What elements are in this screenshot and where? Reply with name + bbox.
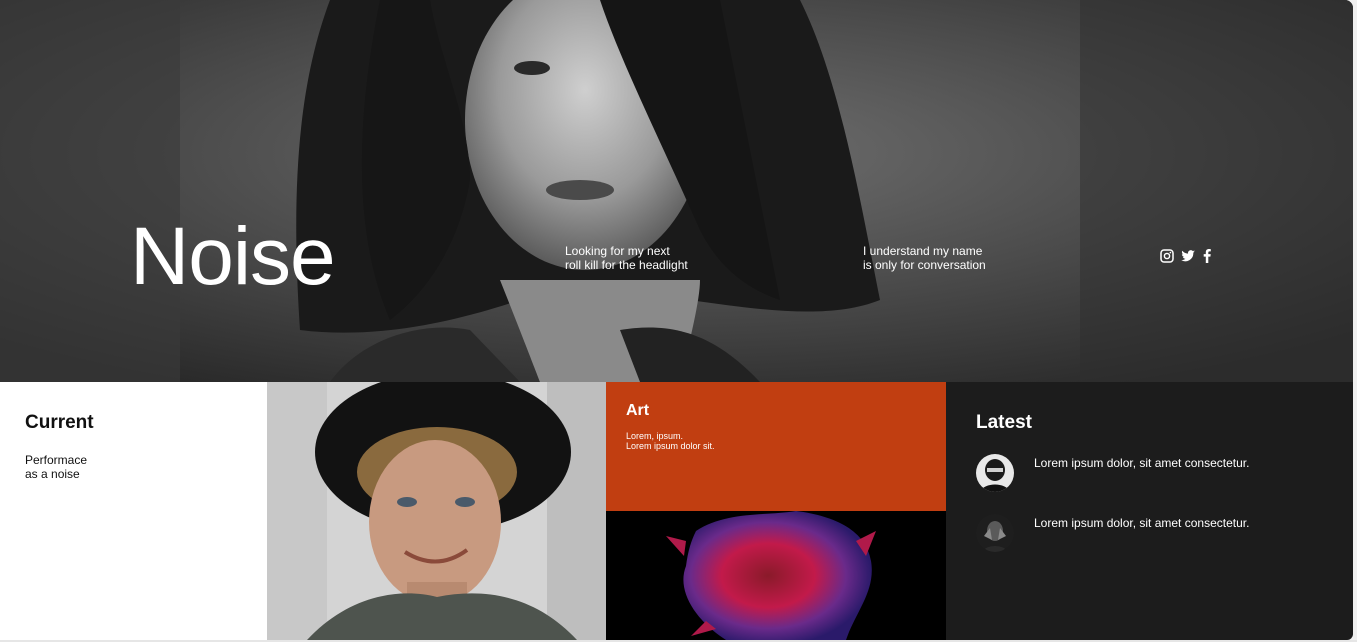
current-line-1: Performace (25, 453, 88, 467)
hero-tagline-2-line-2: is only for conversation (863, 258, 986, 272)
facebook-icon[interactable] (1202, 249, 1216, 263)
hero-tagline-1-line-1: Looking for my next (565, 244, 670, 258)
art-line-1: Lorem, ipsum. (626, 431, 684, 441)
current-description: Performace as a noise (25, 453, 87, 481)
social-links (1160, 249, 1216, 263)
hero-title: Noise (130, 211, 336, 302)
hero-tagline-1-line-2: roll kill for the headlight (565, 258, 688, 272)
hero-portrait-image (0, 0, 1353, 382)
current-line-2: as a noise (25, 467, 80, 481)
art-panel[interactable]: Art Lorem, ipsum. Lorem ipsum dolor sit. (606, 382, 946, 511)
latest-item[interactable]: Lorem ipsum dolor, sit amet consectetur. (976, 454, 1249, 492)
art-line-2: Lorem ipsum dolor sit. (626, 441, 715, 451)
paint-splash-image (606, 511, 946, 640)
twitter-icon[interactable] (1181, 249, 1195, 263)
page: Noise Looking for my next roll kill for … (0, 0, 1357, 642)
avatar (976, 514, 1014, 552)
current-panel: Current Performace as a noise (0, 382, 267, 640)
hero-tagline-2: I understand my name is only for convers… (863, 244, 986, 272)
art-heading: Art (626, 402, 650, 419)
latest-item-text: Lorem ipsum dolor, sit amet consectetur. (1034, 456, 1250, 470)
current-heading: Current (25, 412, 94, 433)
instagram-icon[interactable] (1160, 249, 1174, 263)
hero-tagline-2-line-1: I understand my name (863, 244, 983, 258)
avatar (976, 454, 1014, 492)
portrait-photo-tile (267, 382, 606, 640)
art-splash-image-tile (606, 511, 946, 640)
latest-item-text: Lorem ipsum dolor, sit amet consectetur. (1034, 516, 1250, 530)
man-portrait-image (267, 382, 606, 640)
hero-tagline-1: Looking for my next roll kill for the he… (565, 244, 688, 272)
latest-heading: Latest (976, 412, 1032, 433)
latest-item[interactable]: Lorem ipsum dolor, sit amet consectetur. (976, 514, 1249, 552)
latest-panel: Latest Lorem ipsum dolor, sit amet conse… (946, 382, 1353, 640)
hero-section: Noise Looking for my next roll kill for … (0, 0, 1353, 382)
art-description: Lorem, ipsum. Lorem ipsum dolor sit. (626, 431, 715, 451)
